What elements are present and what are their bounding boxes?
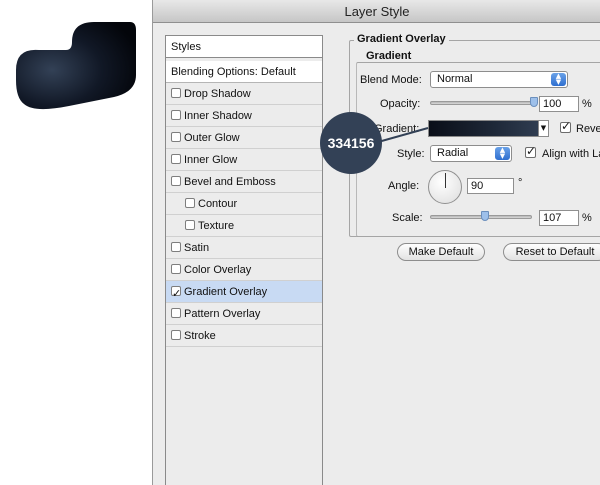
- styles-list: Styles Blending Options: Default Drop Sh…: [165, 35, 323, 485]
- stroke-checkbox[interactable]: [171, 330, 181, 340]
- gradient-dropdown-icon[interactable]: ▼: [538, 121, 548, 136]
- layer-style-dialog: Layer Style Styles Blending Options: Def…: [152, 0, 600, 485]
- opacity-unit: %: [582, 98, 592, 110]
- opacity-input[interactable]: 100: [539, 96, 579, 112]
- style-item-contour[interactable]: Contour: [166, 193, 322, 215]
- style-item-label: Pattern Overlay: [184, 308, 261, 320]
- angle-dial[interactable]: [428, 170, 462, 204]
- style-value: Radial: [437, 147, 469, 159]
- scale-input[interactable]: 107: [539, 210, 579, 226]
- scale-label: Scale:: [392, 212, 423, 224]
- style-item-label: Texture: [198, 220, 235, 232]
- contour-checkbox[interactable]: [185, 198, 195, 208]
- angle-label: Angle:: [388, 180, 420, 192]
- make-default-button[interactable]: Make Default: [397, 243, 485, 261]
- gradient-overlay-title: Gradient Overlay: [354, 33, 449, 45]
- reverse-checkbox[interactable]: [560, 119, 571, 133]
- style-item-label: Color Overlay: [184, 264, 252, 276]
- opacity-label: Opacity:: [380, 98, 421, 110]
- style-item-texture[interactable]: Texture: [166, 215, 322, 237]
- style-item-label: Gradient Overlay: [184, 286, 268, 298]
- styles-header[interactable]: Styles: [166, 36, 322, 58]
- canvas-artwork: [16, 22, 136, 110]
- scale-unit: %: [582, 212, 592, 224]
- opacity-slider-thumb[interactable]: [530, 97, 538, 107]
- select-arrows-icon: ▲ ▼: [495, 147, 510, 160]
- style-item-label: Bevel and Emboss: [184, 176, 276, 188]
- blend-mode-select[interactable]: Normal ▲ ▼: [430, 71, 568, 88]
- texture-checkbox[interactable]: [185, 220, 195, 230]
- opacity-slider[interactable]: [430, 101, 536, 105]
- style-item-label: Satin: [184, 242, 210, 254]
- color-callout: 334156: [320, 112, 382, 174]
- drop-shadow-checkbox[interactable]: [171, 88, 181, 98]
- style-label: Style:: [397, 148, 425, 160]
- gradient-group-title: Gradient: [363, 50, 415, 62]
- gradient-overlay-checkbox[interactable]: [171, 283, 181, 305]
- inner-shadow-checkbox[interactable]: [171, 110, 181, 120]
- style-item-pattern-overlay[interactable]: Pattern Overlay: [166, 303, 322, 325]
- reset-to-default-button[interactable]: Reset to Default: [503, 243, 600, 261]
- style-item-stroke[interactable]: Stroke: [166, 325, 322, 347]
- style-item-bevel-emboss[interactable]: Bevel and Emboss: [166, 171, 322, 193]
- style-item-label: Stroke: [184, 330, 216, 342]
- style-item-satin[interactable]: Satin: [166, 237, 322, 259]
- angle-input[interactable]: 90: [467, 178, 514, 194]
- style-item-drop-shadow[interactable]: Drop Shadow: [166, 83, 322, 105]
- align-with-layer-label: Align with Layer: [542, 148, 600, 160]
- bevel-emboss-checkbox[interactable]: [171, 176, 181, 186]
- style-item-gradient-overlay[interactable]: Gradient Overlay: [166, 281, 322, 305]
- align-with-layer-checkbox[interactable]: [525, 144, 536, 158]
- outer-glow-checkbox[interactable]: [171, 132, 181, 142]
- select-arrows-icon: ▲ ▼: [551, 73, 566, 86]
- blend-mode-label: Blend Mode:: [360, 74, 422, 86]
- angle-unit: °: [518, 177, 523, 189]
- style-item-outer-glow[interactable]: Outer Glow: [166, 127, 322, 149]
- satin-checkbox[interactable]: [171, 242, 181, 252]
- style-item-inner-glow[interactable]: Inner Glow: [166, 149, 322, 171]
- blending-options-item[interactable]: Blending Options: Default: [166, 61, 322, 83]
- scale-slider-thumb[interactable]: [480, 211, 489, 221]
- style-item-label: Inner Shadow: [184, 110, 252, 122]
- dialog-title: Layer Style: [153, 0, 600, 23]
- color-overlay-checkbox[interactable]: [171, 264, 181, 274]
- style-select[interactable]: Radial ▲ ▼: [430, 145, 512, 162]
- pattern-overlay-checkbox[interactable]: [171, 308, 181, 318]
- reverse-label: Reverse: [576, 123, 600, 135]
- style-item-label: Contour: [198, 198, 238, 210]
- style-item-label: Inner Glow: [184, 154, 238, 166]
- inner-glow-checkbox[interactable]: [171, 154, 181, 164]
- gradient-swatch[interactable]: [428, 120, 549, 137]
- style-item-color-overlay[interactable]: Color Overlay: [166, 259, 322, 281]
- style-item-label: Drop Shadow: [184, 88, 251, 100]
- angle-dial-needle: [445, 173, 446, 188]
- blend-mode-value: Normal: [437, 73, 473, 85]
- style-item-label: Outer Glow: [184, 132, 240, 144]
- style-item-inner-shadow[interactable]: Inner Shadow: [166, 105, 322, 127]
